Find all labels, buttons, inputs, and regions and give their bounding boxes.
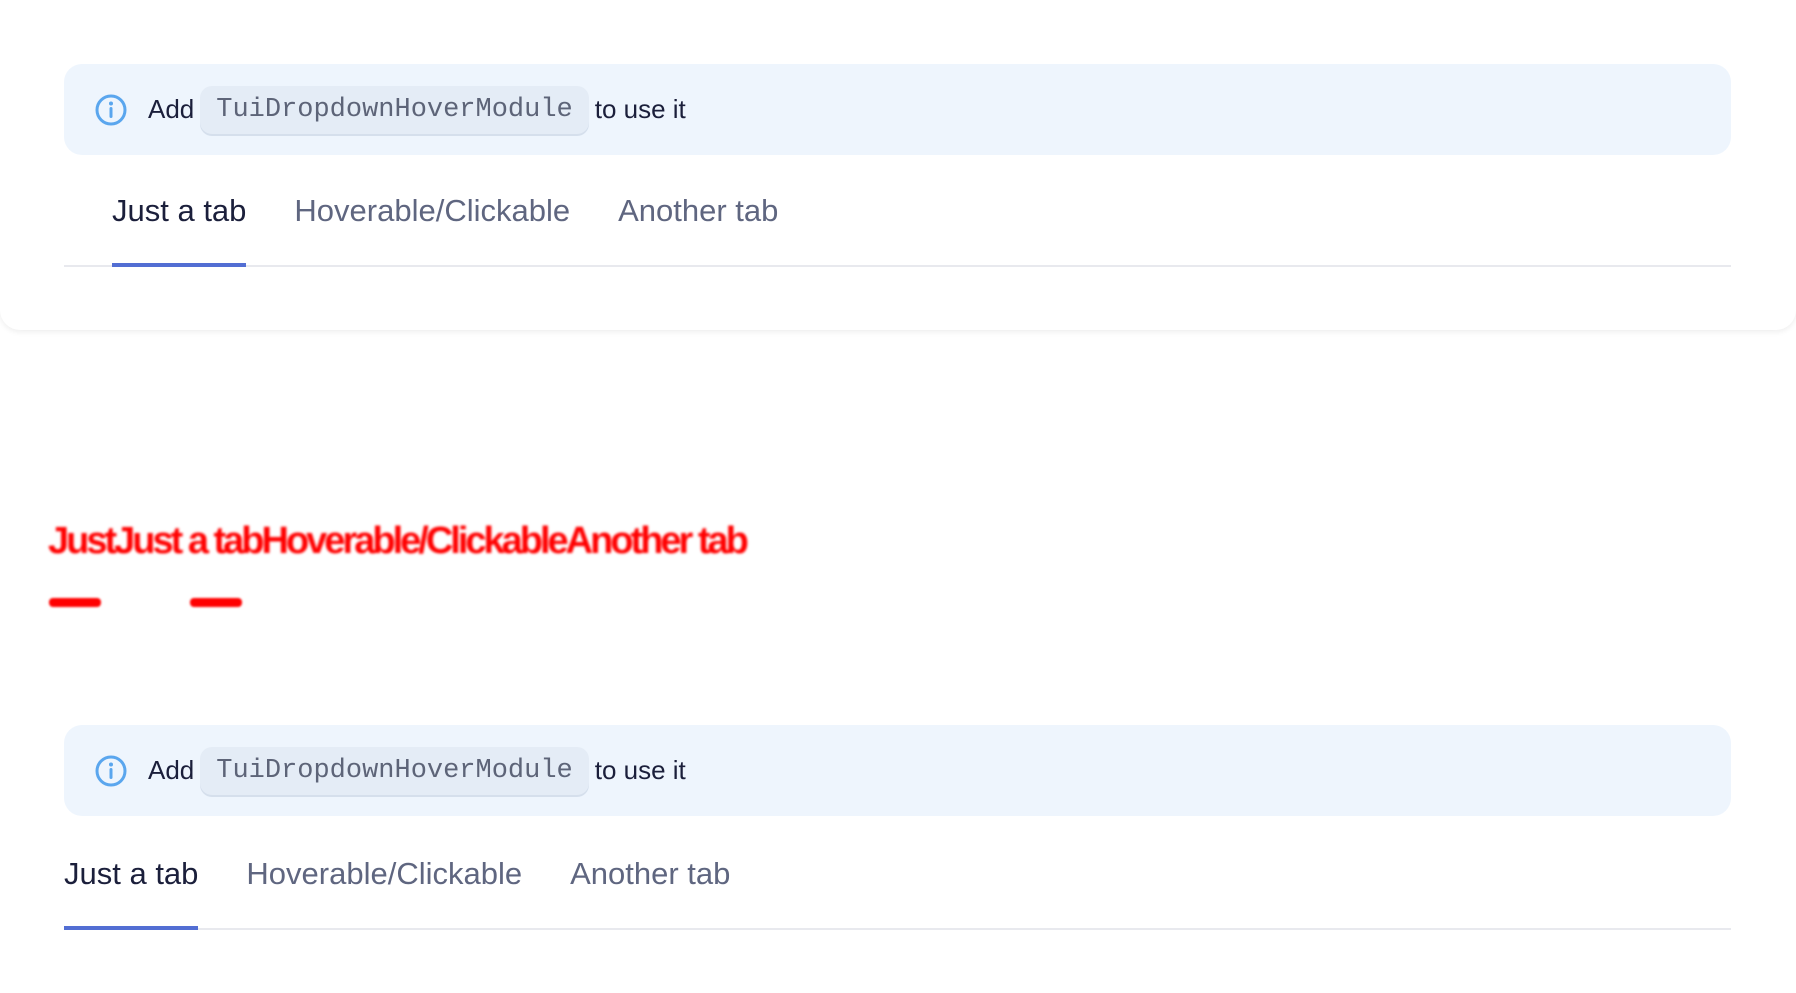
notice-prefix: Add [148,755,195,785]
module-name-code: TuiDropdownHoverModule [200,85,589,134]
tab-just-a-tab[interactable]: Just a tab [64,850,199,930]
tab-hoverable-clickable[interactable]: Hoverable/Clickable [294,187,570,265]
notice-suffix: to use it [594,94,686,124]
info-notice: Add TuiDropdownHoverModule to use it [64,725,1731,816]
demo-card-bottom: Add TuiDropdownHoverModule to use it Jus… [0,690,1796,993]
module-name-code: TuiDropdownHoverModule [200,746,589,795]
tab-another-tab[interactable]: Another tab [618,187,778,265]
tab-hoverable-clickable[interactable]: Hoverable/Clickable [246,850,522,928]
notice-suffix: to use it [594,755,686,785]
tab-another-tab[interactable]: Another tab [570,850,730,928]
notice-prefix: Add [148,94,195,124]
glitched-tabs-text: JustJust a tabHoverable/ClickableAnother… [48,520,749,562]
info-icon [95,755,127,786]
info-icon [95,94,127,125]
notice-text: Add TuiDropdownHoverModule to use it [148,746,686,795]
info-notice: Add TuiDropdownHoverModule to use it [64,64,1731,155]
glitch-underline-1 [49,598,101,607]
tab-just-a-tab[interactable]: Just a tab [112,187,247,267]
notice-text: Add TuiDropdownHoverModule to use it [148,85,686,134]
glitch-underline-2 [190,598,242,607]
demo-card-top: Add TuiDropdownHoverModule to use it Jus… [0,0,1796,330]
tabs-bar: Just a tab Hoverable/Clickable Another t… [64,850,1731,930]
tabs-bar: Just a tab Hoverable/Clickable Another t… [64,187,1731,267]
